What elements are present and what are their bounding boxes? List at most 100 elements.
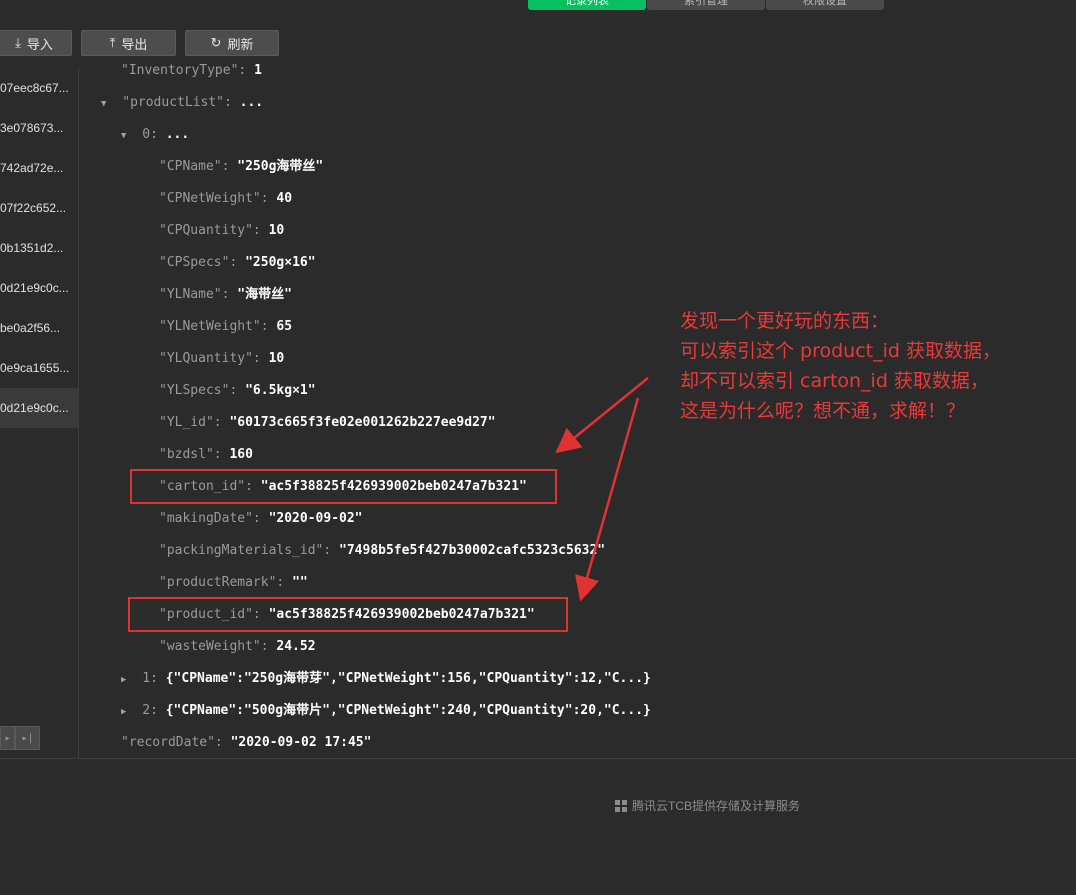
json-key: 0: (142, 127, 158, 142)
refresh-button[interactable]: ↻ 刷新 (185, 30, 279, 56)
json-key: "CPName": (159, 159, 230, 174)
json-row: "YLName": "海带丝" (159, 285, 292, 305)
json-value: 24.52 (276, 639, 316, 654)
json-value: 10 (268, 351, 285, 366)
tab-permissions[interactable]: 权限设置 (766, 0, 884, 10)
record-item[interactable]: 07eec8c67... (0, 68, 78, 108)
json-value: {"CPName":"500g海带片","CPNetWeight":240,"C… (165, 703, 651, 718)
json-row: "YLSpecs": "6.5kg×1" (159, 381, 316, 401)
export-button[interactable]: ⤒ 导出 (81, 30, 176, 56)
export-label: 导出 (121, 36, 148, 52)
json-value: "60173c665f3fe02e001262b227ee9d27" (229, 415, 496, 430)
json-key: "productRemark": (159, 575, 285, 590)
refresh-icon: ↻ (210, 35, 222, 50)
record-item-selected[interactable]: 0d21e9c0c... (0, 388, 78, 428)
highlight-box-carton-id (130, 469, 557, 504)
divider (0, 758, 1076, 759)
annotation-line: 这是为什么呢？想不通，求解！？ (680, 400, 966, 422)
record-item[interactable]: 0b1351d2... (0, 228, 78, 268)
download-icon: ⤓ (15, 35, 21, 50)
caret-right-icon[interactable]: ▶ (121, 707, 126, 717)
chevron-left-icon: ▸ (4, 732, 11, 744)
json-value: 160 (229, 447, 253, 462)
footer-text: 腾讯云TCB提供存储及计算服务 (632, 799, 801, 813)
json-key: "YLQuantity": (159, 351, 261, 366)
tcb-logo-icon (615, 799, 627, 812)
json-value: "2020-09-02 17:45" (230, 735, 372, 750)
json-value: ... (165, 127, 190, 142)
json-value: "2020-09-02" (268, 511, 363, 526)
json-value: "" (292, 575, 308, 590)
annotation-note: 发现一个更好玩的东西： 可以索引这个 product_id 获取数据， 却不可以… (680, 306, 1001, 426)
json-row: "CPSpecs": "250g×16" (159, 253, 316, 273)
annotation-line: 却不可以索引 carton_id 获取数据， (680, 370, 989, 392)
annotation-line: 可以索引这个 product_id 获取数据， (680, 340, 1001, 362)
tab-records[interactable]: 记录列表 (528, 0, 646, 10)
json-row: "makingDate": "2020-09-02" (159, 509, 363, 529)
upload-icon: ⤒ (109, 35, 116, 50)
json-key: "YL_id": (159, 415, 222, 430)
json-key: "YLName": (159, 287, 230, 302)
json-key: "CPNetWeight": (159, 191, 269, 206)
json-value: {"CPName":"250g海带芽","CPNetWeight":156,"C… (165, 671, 651, 686)
json-value: "海带丝" (237, 287, 292, 302)
json-row[interactable]: ▶ 2: {"CPName":"500g海带片","CPNetWeight":2… (121, 701, 651, 721)
json-key: "productList": (122, 95, 232, 110)
json-key: "CPQuantity": (159, 223, 261, 238)
prev-page-button[interactable]: ▸ (0, 726, 15, 750)
import-label: 导入 (26, 36, 53, 52)
tab-index-management[interactable]: 索引管理 (647, 0, 765, 10)
caret-down-icon[interactable]: ▼ (121, 131, 126, 141)
pager: ▸ ▸| (0, 726, 40, 750)
record-item[interactable]: 0d21e9c0c... (0, 268, 78, 308)
json-row: "productRemark": "" (159, 573, 308, 593)
caret-down-icon[interactable]: ▼ (101, 99, 106, 109)
import-button[interactable]: ⤓ 导入 (0, 30, 72, 56)
json-key: "bzdsl": (159, 447, 222, 462)
json-value: "6.5kg×1" (245, 383, 316, 398)
json-value: ... (239, 95, 264, 110)
json-row: "recordDate": "2020-09-02 17:45" (121, 733, 371, 753)
json-value: 10 (268, 223, 285, 238)
json-key: "YLSpecs": (159, 383, 238, 398)
json-value: "250g海带丝" (237, 159, 324, 174)
last-page-button[interactable]: ▸| (15, 726, 40, 750)
json-row[interactable]: ▼ 0: ... (121, 125, 189, 145)
json-key: 2: (142, 703, 158, 718)
json-value: 1 (254, 63, 262, 78)
json-value: "7498b5fe5f427b30002cafc5323c5632" (339, 543, 606, 558)
record-item[interactable]: be0a2f56... (0, 308, 78, 348)
json-key: "CPSpecs": (159, 255, 238, 270)
json-row: "packingMaterials_id": "7498b5fe5f427b30… (159, 541, 605, 561)
json-key: "YLNetWeight": (159, 319, 269, 334)
json-row: "bzdsl": 160 (159, 445, 253, 465)
caret-right-icon[interactable]: ▶ (121, 675, 126, 685)
json-row: "CPQuantity": 10 (159, 221, 284, 241)
json-row: "YLQuantity": 10 (159, 349, 284, 369)
last-page-icon: ▸| (21, 732, 34, 744)
json-row: "wasteWeight": 24.52 (159, 637, 316, 657)
json-key: "makingDate": (159, 511, 261, 526)
json-key: "recordDate": (121, 735, 223, 750)
json-row[interactable]: ▼ "productList": ... (101, 93, 263, 113)
record-item[interactable]: 3e078673... (0, 108, 78, 148)
record-list: 07eec8c67... 3e078673... 742ad72e... 07f… (0, 68, 79, 758)
highlight-box-product-id (128, 597, 568, 632)
json-key: 1: (142, 671, 158, 686)
annotation-line: 发现一个更好玩的东西： (680, 310, 890, 332)
json-row: "CPName": "250g海带丝" (159, 157, 323, 177)
json-row: "InventoryType": 1 (121, 61, 262, 81)
record-item[interactable]: 742ad72e... (0, 148, 78, 188)
json-value: "250g×16" (245, 255, 316, 270)
json-value: 40 (276, 191, 293, 206)
json-row[interactable]: ▶ 1: {"CPName":"250g海带芽","CPNetWeight":1… (121, 669, 651, 689)
json-key: "InventoryType": (121, 63, 247, 78)
json-row: "YL_id": "60173c665f3fe02e001262b227ee9d… (159, 413, 496, 433)
record-item[interactable]: 0e9ca1655... (0, 348, 78, 388)
refresh-label: 刷新 (227, 36, 254, 52)
json-key: "wasteWeight": (159, 639, 269, 654)
json-row: "CPNetWeight": 40 (159, 189, 292, 209)
footer: 腾讯云TCB提供存储及计算服务 (614, 797, 800, 814)
json-value: 65 (276, 319, 293, 334)
record-item[interactable]: 07f22c652... (0, 188, 78, 228)
